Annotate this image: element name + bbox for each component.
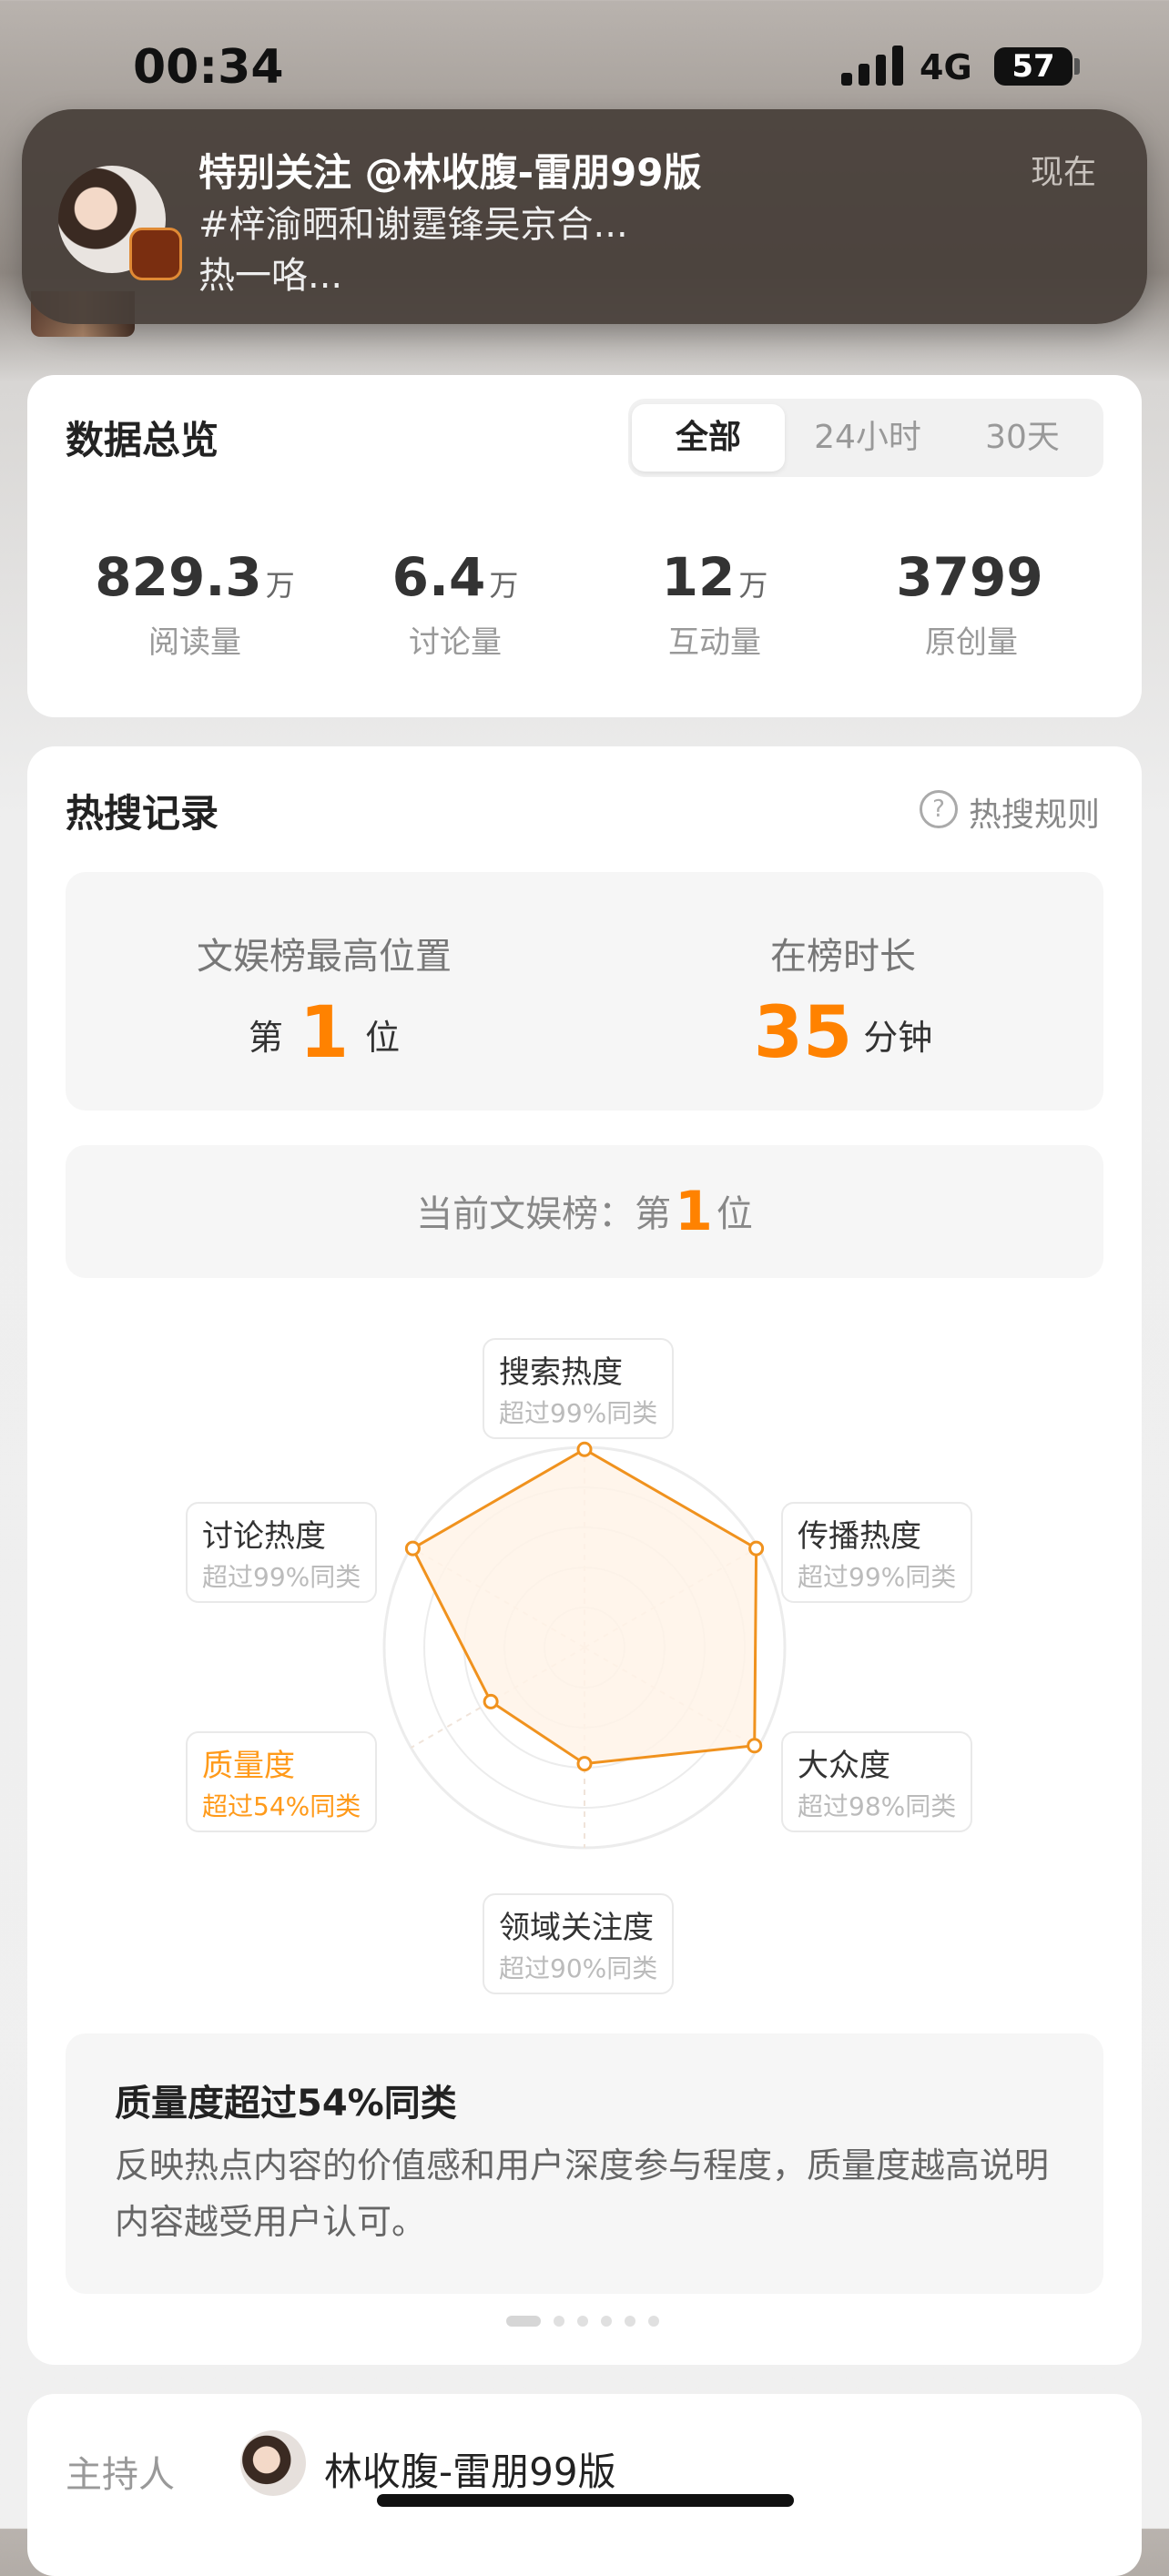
stat-value: 6.4 [391,546,486,608]
stat-value: 829.3 [95,546,262,608]
battery-cap [1074,58,1080,75]
battery-icon: 57 [994,47,1072,86]
description-body: 反映热点内容的价值感和用户深度参与程度，质量度越高说明内容越受用户认可。 [115,2145,1050,2242]
tab-all[interactable]: 全部 [632,404,785,472]
radar-chart [382,1441,787,1850]
dimension-percentile: 超过99%同类 [499,1398,658,1428]
dimension-name: 搜索热度 [499,1354,623,1391]
duration-number: 35 [753,992,853,1074]
page-dot[interactable] [506,2316,541,2327]
help-circle-icon[interactable]: ? [920,790,958,828]
stat-unit: 万 [738,568,768,603]
host-name[interactable]: 林收腹-雷朋99版 [324,2441,616,2497]
radar-label-domain[interactable]: 领域关注度 超过90%同类 [483,1893,675,1994]
stat-label: 阅读量 [148,624,241,661]
notification-banner[interactable]: 特别关注 @林收腹-雷朋99版 #梓渝晒和谢霆锋吴京合... 热一咯... 现在 [22,109,1147,324]
notification-time: 现在 [1031,154,1097,191]
host-avatar[interactable] [240,2430,306,2496]
page-indicator [506,2316,659,2327]
status-time: 00:34 [133,40,284,95]
current-rank-prefix: 当前文娱榜：第 [416,1193,672,1235]
signal-icon [841,44,903,86]
current-rank-text: 当前文娱榜：第1 位 [66,1145,1103,1278]
page-dot[interactable] [577,2316,588,2327]
radar-label-quality[interactable]: 质量度 超过54%同类 [186,1731,378,1832]
home-indicator[interactable] [377,2494,794,2507]
duration-unit: 分钟 [863,1018,933,1058]
radar-label-discussion[interactable]: 讨论热度 超过99%同类 [186,1502,378,1603]
radar-series-area [411,1447,758,1766]
page-dot[interactable] [554,2316,564,2327]
radar-point-4 [483,1693,499,1709]
app-badge-icon [129,228,182,280]
stat-unit: 万 [489,568,519,603]
current-rank-suffix: 位 [716,1193,753,1235]
time-range-tabs: 全部 24小时 30天 [628,399,1103,477]
stat-discussions: 6.4 万 讨论量 [337,546,574,662]
page-dot[interactable] [625,2316,635,2327]
highest-position-value: 第1位 [115,992,534,1074]
stat-value: 3799 [896,546,1043,608]
radar-label-spread[interactable]: 传播热度 超过99%同类 [781,1502,973,1603]
notification-body: #梓渝晒和谢霆锋吴京合... [198,204,628,246]
overview-title: 数据总览 [66,418,219,462]
stat-interactions: 12 万 互动量 [596,546,833,662]
dimension-percentile: 超过98%同类 [798,1791,957,1821]
rank-prefix: 第 [248,1018,283,1058]
description-title: 质量度超过54%同类 [115,2083,457,2125]
dimension-name: 讨论热度 [202,1518,326,1555]
dimension-name: 大众度 [798,1748,890,1784]
radar-label-popularity[interactable]: 大众度 超过98%同类 [781,1731,973,1832]
hot-search-rules-link[interactable]: 热搜规则 [969,788,1100,836]
page-dot[interactable] [648,2316,659,2327]
radar-label-search[interactable]: 搜索热度 超过99%同类 [483,1338,675,1439]
tab-24h[interactable]: 24小时 [792,404,943,472]
stat-label: 原创量 [925,624,1018,661]
dimension-percentile: 超过99%同类 [798,1562,957,1592]
dimension-name: 质量度 [202,1748,295,1784]
stat-label: 互动量 [668,624,761,661]
dimension-name: 传播热度 [798,1518,921,1555]
notification-body-line2: 热一咯... [198,255,343,297]
page-dot[interactable] [601,2316,612,2327]
radar-point-5 [404,1540,421,1557]
duration-value: 35 分钟 [634,992,1052,1074]
dimension-percentile: 超过54%同类 [202,1791,361,1821]
stat-reads: 829.3 万 阅读量 [76,546,313,662]
rank-summary-panel [66,872,1103,1111]
stat-value: 12 [661,546,736,608]
highest-position-label: 文娱榜最高位置 [197,936,452,978]
current-rank-number: 1 [675,1180,713,1243]
radar-point-3 [576,1756,593,1772]
stat-originals: 3799 原创量 [853,546,1090,662]
stat-label: 讨论量 [409,624,502,661]
network-type: 4G [920,47,972,87]
rank-suffix: 位 [365,1018,401,1058]
stat-unit: 万 [265,568,295,603]
dimension-percentile: 超过99%同类 [202,1562,361,1592]
notification-title: 特别关注 @林收腹-雷朋99版 [198,150,702,195]
rank-number: 1 [299,992,350,1074]
dimension-name: 领域关注度 [499,1910,654,1946]
tab-30d[interactable]: 30天 [947,404,1098,472]
host-label: 主持人 [66,2454,175,2496]
duration-label: 在榜时长 [770,936,916,978]
radar-point-0 [576,1441,593,1457]
hot-search-title: 热搜记录 [66,791,219,836]
dimension-percentile: 超过90%同类 [499,1953,658,1983]
radar-point-1 [748,1540,765,1557]
radar-point-2 [747,1738,763,1754]
